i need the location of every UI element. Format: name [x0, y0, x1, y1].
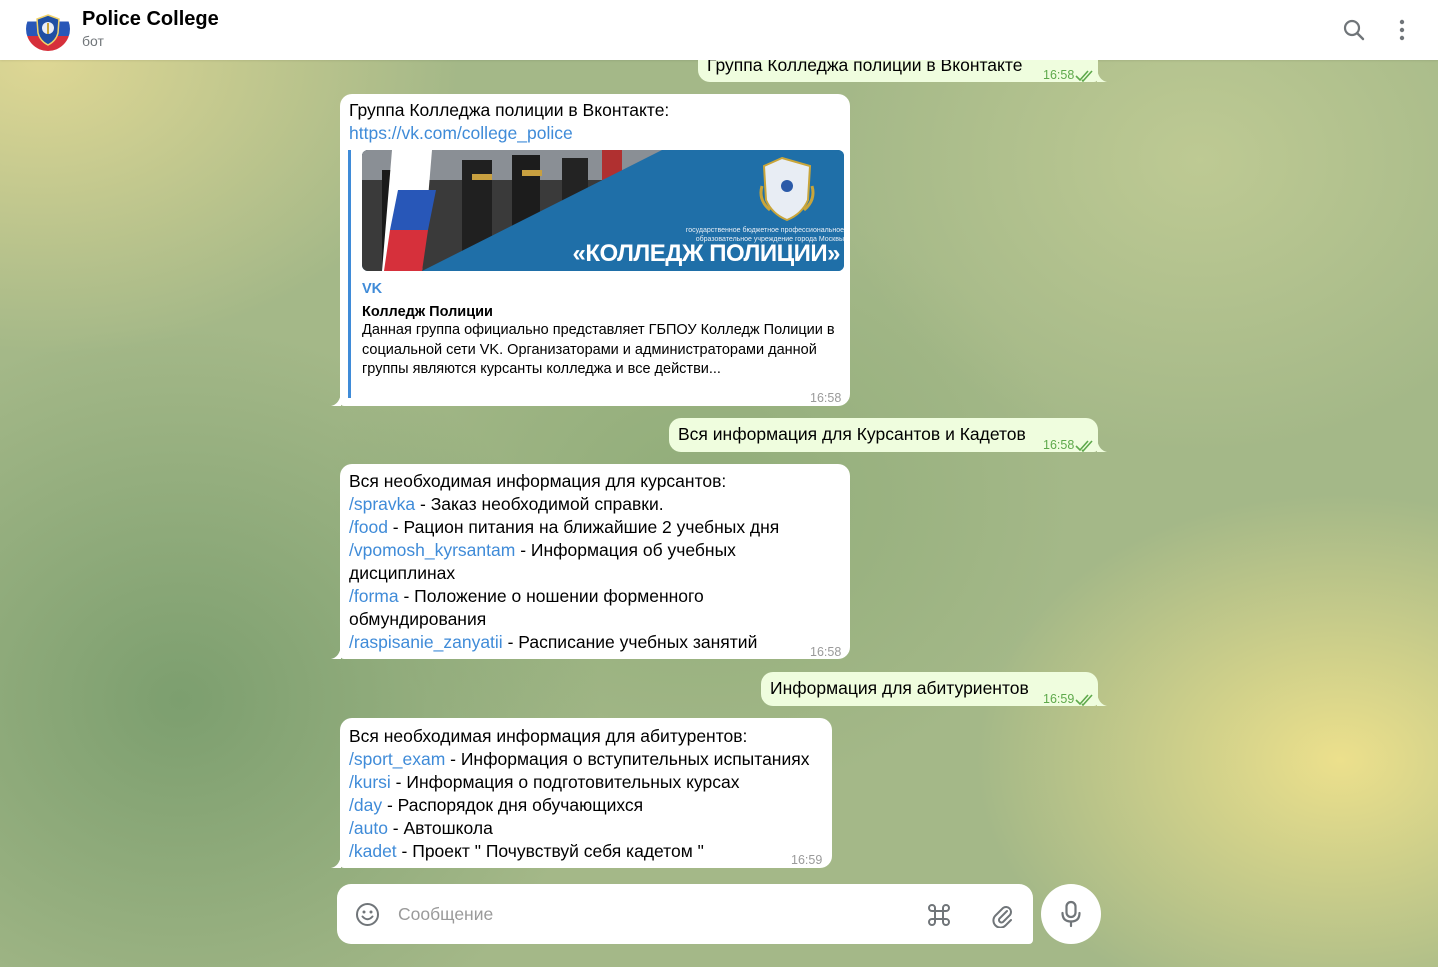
outgoing-message[interactable]: Информация для абитуриентов 16:59 — [761, 672, 1107, 707]
command-line: /auto - Автошкола — [349, 817, 493, 840]
command-line: /raspisanie_zanyatii - Расписание учебны… — [349, 631, 757, 654]
incoming-message[interactable]: Вся необходимая информация для курсантов… — [331, 464, 850, 659]
message-text: Группа Колледжа полиции в Вконтакте: — [349, 100, 670, 120]
command-link[interactable]: /day — [349, 795, 382, 815]
command-line: /kursi - Информация о подготовительных к… — [349, 771, 740, 794]
outgoing-message[interactable]: Вся информация для Курсантов и Кадетов 1… — [669, 418, 1107, 453]
incoming-message[interactable]: Группа Колледжа полиции в Вконтакте: htt… — [331, 94, 850, 406]
message-intro: Вся необходимая информация для курсантов… — [349, 471, 727, 491]
command-description: - Расписание учебных занятий — [502, 632, 758, 652]
message-intro: Вся необходимая информация для абитурент… — [349, 726, 748, 746]
read-check-icon — [1075, 435, 1095, 458]
message-time: 16:58 — [1043, 68, 1075, 82]
bubble-tail — [331, 854, 341, 868]
bubble-tail — [331, 392, 341, 406]
chat-title-text[interactable]: Police College — [82, 8, 219, 31]
command-link[interactable]: /raspisanie_zanyatii — [349, 632, 503, 652]
command-description: - Проект " Почувствуй себя кадетом " — [396, 841, 704, 861]
chat-status: бот — [82, 33, 104, 49]
menu-more-icon[interactable] — [1390, 18, 1414, 42]
command-description: - Распорядок дня обучающихся — [382, 795, 644, 815]
read-check-icon — [1075, 689, 1095, 712]
command-line: /day - Распорядок дня обучающихся — [349, 794, 643, 817]
message-time: 16:59 — [1043, 692, 1075, 706]
message-composer: Сообщение — [337, 884, 1033, 944]
command-link[interactable]: /food — [349, 517, 388, 537]
command-description: - Информация об учебных — [515, 540, 736, 560]
record-voice-button[interactable] — [1041, 884, 1101, 944]
bubble-tail — [1097, 692, 1107, 706]
preview-image-caption-big: «КОЛЛЕДЖ ПОЛИЦИИ» — [572, 240, 841, 267]
message-time: 16:58 — [810, 391, 842, 405]
command-line: /spravka - Заказ необходимой справки. — [349, 493, 664, 516]
header-layer: Police College бот — [0, 0, 1438, 60]
bubble-tail — [331, 645, 341, 659]
command-description: - Информация о вступительных испытаниях — [445, 749, 810, 769]
bubble-tail — [1097, 68, 1107, 82]
attach-icon[interactable] — [989, 902, 1015, 933]
command-link[interactable]: /auto — [349, 818, 388, 838]
command-line: /food - Рацион питания на ближайшие 2 уч… — [349, 516, 779, 539]
read-check-icon — [1075, 65, 1095, 88]
link-preview[interactable]: государственное бюджетное профессиональн… — [348, 150, 844, 398]
command-link[interactable]: /forma — [349, 586, 399, 606]
command-link[interactable]: /spravka — [349, 494, 415, 514]
bot-commands-icon[interactable] — [926, 902, 952, 933]
message-time: 16:58 — [1043, 438, 1075, 452]
command-link[interactable]: /kursi — [349, 772, 391, 792]
command-line: /kadet - Проект " Почувствуй себя кадето… — [349, 840, 704, 863]
command-description-cont: дисциплинах — [349, 563, 456, 583]
command-link[interactable]: /vpomosh_kyrsantam — [349, 540, 515, 560]
command-description: - Заказ необходимой справки. — [415, 494, 664, 514]
command-description: - Рацион питания на ближайшие 2 учебных … — [387, 517, 780, 537]
command-link[interactable]: /kadet — [349, 841, 397, 861]
command-description: - Положение о ношении форменного — [398, 586, 704, 606]
message-input[interactable]: Сообщение — [398, 904, 493, 925]
message-time: 16:59 — [791, 853, 823, 867]
avatar-image[interactable] — [26, 7, 70, 51]
command-line: /forma - Положение о ношении форменного — [349, 585, 704, 608]
command-description: - Автошкола — [387, 818, 493, 838]
message-text: Информация для абитуриентов — [770, 678, 1029, 698]
command-line: /sport_exam - Информация о вступительных… — [349, 748, 809, 771]
message-text: Вся информация для Курсантов и Кадетов — [678, 424, 1026, 444]
preview-image[interactable]: государственное бюджетное профессиональн… — [362, 150, 844, 271]
microphone-icon — [1059, 900, 1083, 933]
emoji-icon[interactable] — [355, 902, 380, 932]
preview-site: VK — [362, 281, 383, 297]
search-button-icon[interactable] — [1342, 18, 1366, 42]
command-description-cont: обмундирования — [349, 609, 487, 629]
command-link[interactable]: /sport_exam — [349, 749, 445, 769]
preview-description: Данная группа официально представляет ГБ… — [362, 322, 835, 377]
command-line: /vpomosh_kyrsantam - Информация об учебн… — [349, 539, 736, 562]
bubble-tail — [1097, 438, 1107, 452]
message-time: 16:58 — [810, 645, 842, 659]
command-description: - Информация о подготовительных курсах — [390, 772, 740, 792]
incoming-message[interactable]: Вся необходимая информация для абитурент… — [331, 718, 832, 868]
message-link[interactable]: https://vk.com/college_police — [349, 122, 573, 145]
